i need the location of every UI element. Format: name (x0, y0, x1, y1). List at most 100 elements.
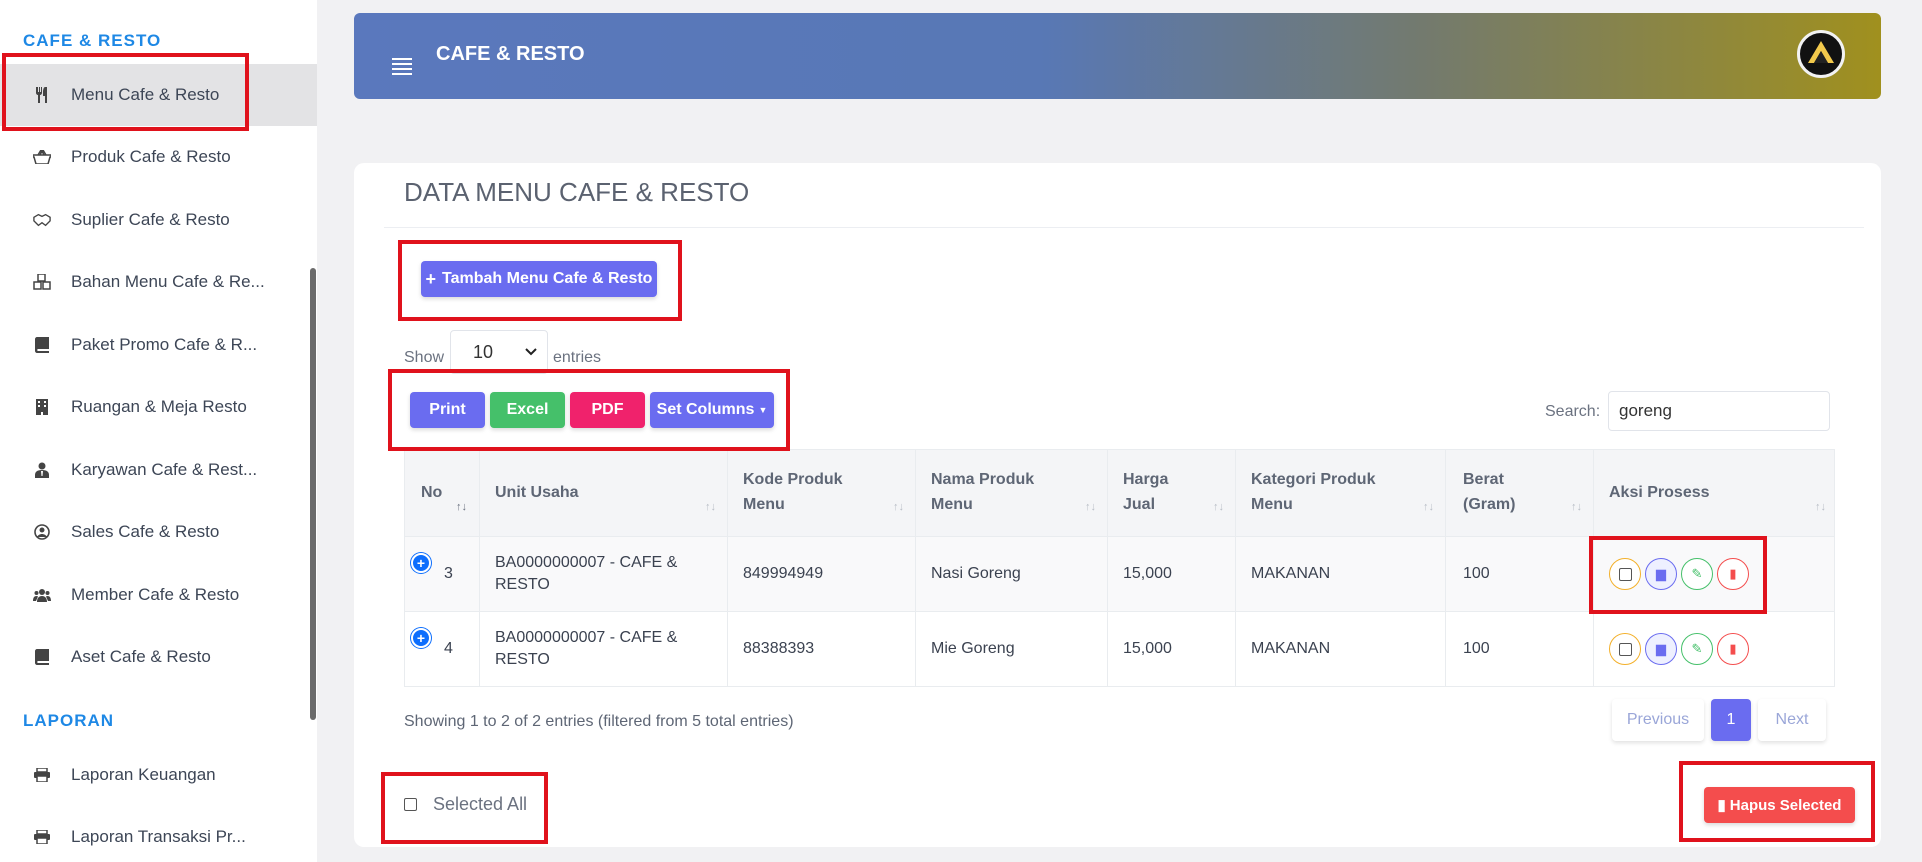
page-1-button[interactable]: 1 (1711, 699, 1751, 741)
hamburger-icon[interactable] (392, 58, 412, 78)
sidebar-item-paket-promo[interactable]: Paket Promo Cafe & R... (0, 314, 317, 376)
sidebar-item-label: Member Cafe & Resto (71, 585, 240, 604)
highlight-box (1679, 761, 1875, 842)
trash-icon: ▮ (1729, 641, 1737, 656)
previous-page-button[interactable]: Previous (1612, 699, 1704, 741)
cell-no: 3 (444, 565, 453, 582)
cell-kategori: MAKANAN (1251, 640, 1331, 657)
next-page-button[interactable]: Next (1758, 699, 1826, 741)
user-avatar[interactable] (1797, 30, 1845, 78)
sidebar-item-bahan[interactable]: Bahan Menu Cafe & Re... (0, 251, 317, 313)
users-icon (33, 586, 51, 604)
sort-icon: ↑↓ (893, 501, 904, 513)
cell-unit-usaha: BA0000000007 - CAFE & RESTO (495, 629, 678, 668)
cell-kode: 849994949 (743, 565, 824, 582)
delete-button[interactable]: ▮ (1717, 633, 1749, 665)
cell-unit-usaha: BA0000000007 - CAFE & RESTO (495, 554, 678, 593)
sort-icon: ↑↓ (1213, 501, 1224, 513)
table-header: No ↑↓ Unit Usaha ↑↓ Kode Produk Menu ↑↓ … (404, 449, 1835, 538)
search-input[interactable]: goreng (1608, 391, 1830, 431)
sidebar-item-label: Ruangan & Meja Resto (71, 397, 247, 416)
sort-icon: ↑↓ (1085, 501, 1096, 513)
file-icon: ▆ (1656, 641, 1666, 656)
highlight-box (2, 53, 249, 131)
print-icon (33, 828, 51, 846)
user-circle-icon (33, 523, 51, 541)
col-header-berat[interactable]: Berat (Gram) (1463, 467, 1515, 517)
col-header-aksi[interactable]: Aksi Prosess (1609, 480, 1710, 505)
sort-icon: ↑↓ (705, 501, 716, 513)
edit-icon: ✎ (1691, 641, 1703, 656)
building-icon (33, 398, 51, 416)
sort-asc-icon: ↑↓ (456, 501, 467, 513)
basket-icon (33, 148, 51, 166)
sidebar-item-label: Aset Cafe & Resto (71, 647, 211, 666)
col-header-no[interactable]: No (421, 480, 442, 505)
cell-berat: 100 (1463, 640, 1490, 657)
col-header-nama[interactable]: Nama Produk Menu (931, 467, 1034, 517)
sidebar-item-laporan-keuangan[interactable]: Laporan Keuangan (0, 744, 317, 806)
book-icon (33, 336, 51, 354)
entries-label: entries (553, 349, 602, 366)
cell-harga: 15,000 (1123, 640, 1172, 657)
book-icon (33, 648, 51, 666)
detail-button[interactable]: ▆ (1645, 633, 1677, 665)
sort-icon: ↑↓ (1571, 501, 1582, 513)
edit-button[interactable]: ✎ (1681, 633, 1713, 665)
sidebar-item-sales[interactable]: Sales Cafe & Resto (0, 501, 317, 563)
highlight-box (388, 369, 790, 451)
sidebar-item-produk[interactable]: Produk Cafe & Resto (0, 126, 317, 188)
highlight-box (1589, 536, 1767, 614)
chevron-down-icon (525, 348, 537, 356)
header-title: CAFE & RESTO (436, 43, 585, 65)
sidebar-item-ruangan[interactable]: Ruangan & Meja Resto (0, 376, 317, 438)
sidebar-scrollbar[interactable] (310, 268, 316, 720)
sidebar-item-label: Karyawan Cafe & Rest... (71, 460, 258, 479)
sort-icon: ↑↓ (1423, 501, 1434, 513)
cell-nama: Nasi Goreng (931, 565, 1021, 582)
header-bar: CAFE & RESTO (354, 13, 1881, 99)
print-icon (33, 766, 51, 784)
sort-icon: ↑↓ (1815, 501, 1826, 513)
sidebar-item-karyawan[interactable]: Karyawan Cafe & Rest... (0, 439, 317, 501)
sidebar-section-title: CAFE & RESTO (23, 31, 162, 50)
table-row: + 4 BA0000000007 - CAFE & RESTO 88388393… (404, 612, 1835, 687)
sidebar-item-label: Sales Cafe & Resto (71, 522, 220, 541)
sidebar-item-member[interactable]: Member Cafe & Resto (0, 564, 317, 626)
expand-row-icon[interactable]: + (411, 553, 431, 573)
divider (384, 227, 1864, 228)
handshake-icon (33, 211, 51, 229)
col-header-kategori[interactable]: Kategori Produk Menu (1251, 467, 1375, 517)
cell-no: 4 (444, 640, 453, 657)
select-row-checkbox[interactable] (1609, 633, 1641, 665)
cell-kategori: MAKANAN (1251, 565, 1331, 582)
cell-harga: 15,000 (1123, 565, 1172, 582)
page-title: DATA MENU CAFE & RESTO (404, 177, 750, 207)
page-length-select[interactable]: 10 (450, 330, 548, 374)
cubes-icon (33, 273, 51, 291)
user-tie-icon (33, 461, 51, 479)
table-info: Showing 1 to 2 of 2 entries (filtered fr… (404, 713, 794, 730)
show-label: Show (404, 349, 445, 366)
sidebar-item-aset[interactable]: Aset Cafe & Resto (0, 626, 317, 688)
sidebar-item-suplier[interactable]: Suplier Cafe & Resto (0, 189, 317, 251)
col-header-harga[interactable]: Harga Jual (1123, 467, 1168, 517)
sidebar-item-label: Bahan Menu Cafe & Re... (71, 272, 265, 291)
sidebar-item-laporan-transaksi[interactable]: Laporan Transaksi Pr... (0, 806, 317, 862)
search-label: Search: (1545, 403, 1601, 420)
highlight-box (381, 772, 548, 844)
cell-kode: 88388393 (743, 640, 815, 657)
cell-nama: Mie Goreng (931, 640, 1015, 657)
cell-berat: 100 (1463, 565, 1490, 582)
checkbox-icon (1618, 642, 1632, 656)
col-header-kode[interactable]: Kode Produk Menu (743, 467, 843, 517)
sidebar-item-label: Paket Promo Cafe & R... (71, 335, 258, 354)
sidebar-item-label: Suplier Cafe & Resto (71, 210, 230, 229)
col-header-unit-usaha[interactable]: Unit Usaha (495, 480, 579, 505)
highlight-box (398, 240, 682, 321)
sidebar-item-label: Produk Cafe & Resto (71, 147, 231, 166)
expand-row-icon[interactable]: + (411, 628, 431, 648)
sidebar-section-title: LAPORAN (23, 711, 115, 730)
sidebar-item-label: Laporan Keuangan (71, 765, 216, 784)
sidebar-item-label: Laporan Transaksi Pr... (71, 827, 246, 846)
